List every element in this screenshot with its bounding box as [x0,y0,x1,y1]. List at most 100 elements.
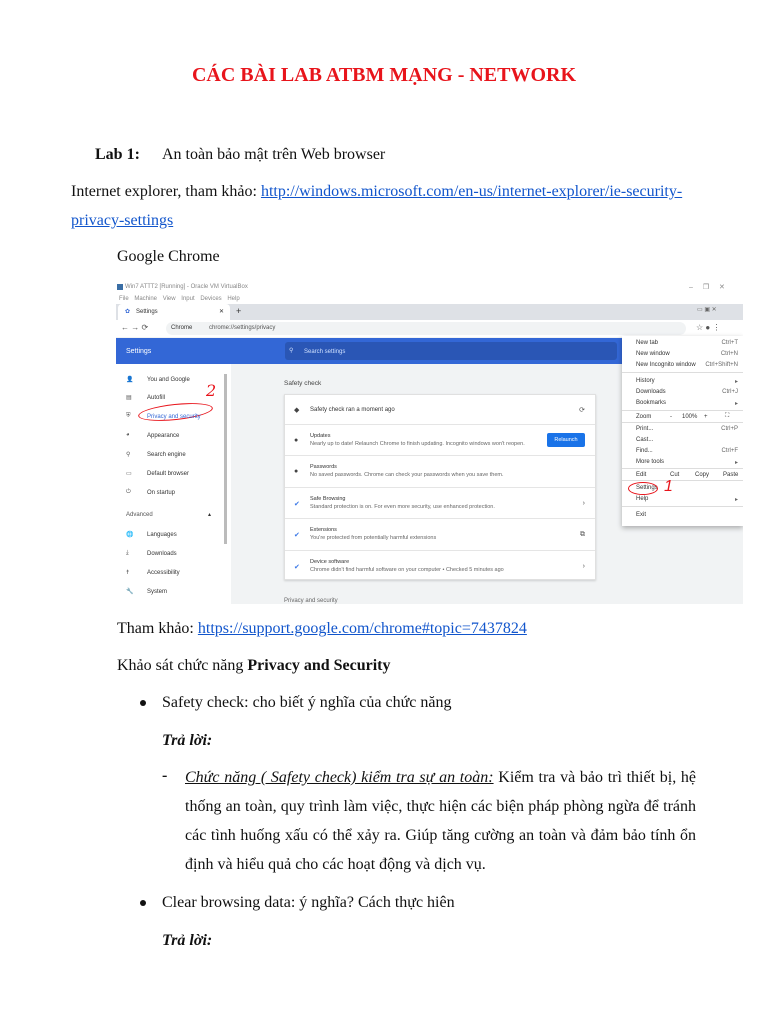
sidebar-item[interactable]: Accessibility [147,570,180,576]
vm-restore-icons[interactable]: ▭ ▣ ✕ [697,306,717,313]
fullscreen-icon[interactable]: ⛶ [725,413,729,420]
open-external-icon[interactable]: ⧉ [580,531,585,539]
row-title: Extensions [310,527,337,533]
relaunch-button[interactable]: Relaunch [547,433,585,447]
safety-row[interactable]: ● Updates Nearly up to date! Relaunch Chro… [285,424,595,455]
refresh-icon[interactable]: ⟳ [579,406,585,414]
ie-link[interactable]: http://windows.microsoft.com/en-us/inter… [261,183,682,200]
sidebar-item[interactable]: Autofill [147,395,165,401]
sidebar-item[interactable]: Languages [147,532,177,538]
survey-prefix: Khảo sát chức năng [117,657,248,674]
question-2: Clear browsing data: ý nghĩa? Cách thực … [162,894,455,911]
menu-shortcut: Ctrl+T [721,340,739,346]
safety-row[interactable]: ✔ Extensions You're protected from potenti… [285,518,595,550]
accessibility-icon: ☨ [126,570,130,576]
lab-label: Lab 1: [95,146,140,163]
menu-item[interactable]: Bookmarks [636,400,666,406]
row-desc: You're protected from potentially harmfu… [310,535,437,541]
menu-item[interactable]: Help [636,496,648,502]
bullet [140,900,146,906]
vm-menu-file[interactable]: File [119,296,129,302]
chrome-heading: Google Chrome [117,248,220,265]
menu-separator [622,410,743,411]
sidebar-item[interactable]: Downloads [147,551,177,557]
safety-row[interactable]: ✔ Safe Browsing Standard protection is on.… [285,487,595,518]
menu-item[interactable]: Downloads [636,389,666,395]
safety-row[interactable]: ◆ Safety check ran a moment ago ⟳ [285,395,595,424]
safety-row[interactable]: ✔ Device software Chrome didn't find harmf… [285,550,595,581]
sidebar-item[interactable]: Default browser [147,471,189,477]
settings-header-title: Settings [126,348,152,355]
menu-shortcut: ▸ [734,460,738,466]
menu-item-exit[interactable]: Exit [636,512,646,518]
virtualbox-icon [117,284,123,290]
row-title: Device software [310,558,350,565]
chevron-right-icon[interactable]: › [583,563,585,570]
gear-icon: ✿ [125,309,131,315]
menu-shortcut: Ctrl+F [721,448,739,454]
menu-item[interactable]: Cast... [636,437,653,443]
info-icon: ● [294,468,299,475]
paste-button[interactable]: Paste [723,472,738,478]
tab-label: Settings [136,309,158,315]
download-icon: ⤓ [126,550,129,556]
ref-link[interactable]: https://support.google.com/chrome#topic=… [198,620,527,637]
shield-icon: ⛨ [126,413,131,419]
window-controls[interactable]: – ❐ ✕ [689,283,725,291]
row-desc: No saved passwords. Chrome can check you… [310,472,504,478]
bullet [140,700,146,706]
sidebar-scrollbar[interactable] [224,374,227,544]
vm-title: Win7 ATTT2 [Running] - Oracle VM Virtual… [125,284,248,290]
menu-item[interactable]: New tab [636,340,658,346]
zoom-label: Zoom [636,414,652,420]
zoom-in-button[interactable]: + [704,414,708,420]
sidebar-item[interactable]: Appearance [147,433,179,439]
sidebar-item[interactable]: You and Google [147,377,190,383]
vm-menu-input[interactable]: Input [181,296,194,302]
menu-item[interactable]: History [636,378,655,384]
survey-bold: Privacy and Security [247,657,391,674]
menu-item[interactable]: Find... [636,448,653,454]
safety-check-card: ◆ Safety check ran a moment ago ⟳ ● Updates N… [284,394,596,580]
sidebar-item[interactable]: Privacy and security [147,414,201,420]
tab-settings[interactable] [118,304,230,320]
next-section: Privacy and security [284,598,338,604]
ie-link-cont[interactable]: privacy-settings [71,212,173,229]
menu-separator [622,480,743,481]
chevron-right-icon[interactable]: › [583,500,585,507]
menu-item[interactable]: More tools [636,459,664,465]
menu-shortcut: Ctrl+J [722,389,738,395]
nav-buttons[interactable]: ← → ⟳ [121,323,148,332]
menu-separator [622,468,743,469]
edit-label: Edit [636,472,647,478]
row-title: Safety check ran a moment ago [310,406,395,413]
document-title: CÁC BÀI LAB ATBM MẠNG - NETWORK [191,64,577,86]
dash: - [162,767,168,784]
zoom-out-button[interactable]: - [670,414,672,420]
toolbar-icons[interactable]: ☆ ● ⋮ [696,323,720,332]
safety-row[interactable]: ● Passwords No saved passwords. Chrome can… [285,455,595,487]
url-scheme: Chrome [171,325,193,331]
menu-item[interactable]: New window [636,351,670,357]
sidebar-advanced[interactable]: Advanced [126,512,153,518]
menu-shortcut: ▸ [734,497,738,503]
menu-item[interactable]: Print... [636,426,653,432]
sidebar-item[interactable]: On startup [147,490,175,496]
tab-close-icon[interactable]: ✕ [219,308,224,315]
new-tab-icon[interactable]: + [236,306,241,316]
chrome-settings-screenshot: Win7 ATTT2 [Running] - Oracle VM Virtual… [116,282,743,604]
row-title: Updates [310,432,331,439]
shield-check-icon: ◆ [294,406,300,414]
sidebar-item[interactable]: System [147,589,167,595]
vm-menu-machine[interactable]: Machine [134,296,157,302]
sidebar-item[interactable]: Search engine [147,452,186,458]
menu-item[interactable]: New Incognito window [636,362,696,368]
menu-shortcut: Ctrl+Shift+N [705,362,738,368]
copy-button[interactable]: Copy [695,472,709,478]
browser-icon: ▭ [126,471,132,477]
collapse-icon: ▴ [208,512,212,518]
vm-menu-help[interactable]: Help [227,296,239,302]
vm-menu-view[interactable]: View [163,296,176,302]
vm-menu-devices[interactable]: Devices [200,296,221,302]
check-icon: ✔ [294,563,300,571]
